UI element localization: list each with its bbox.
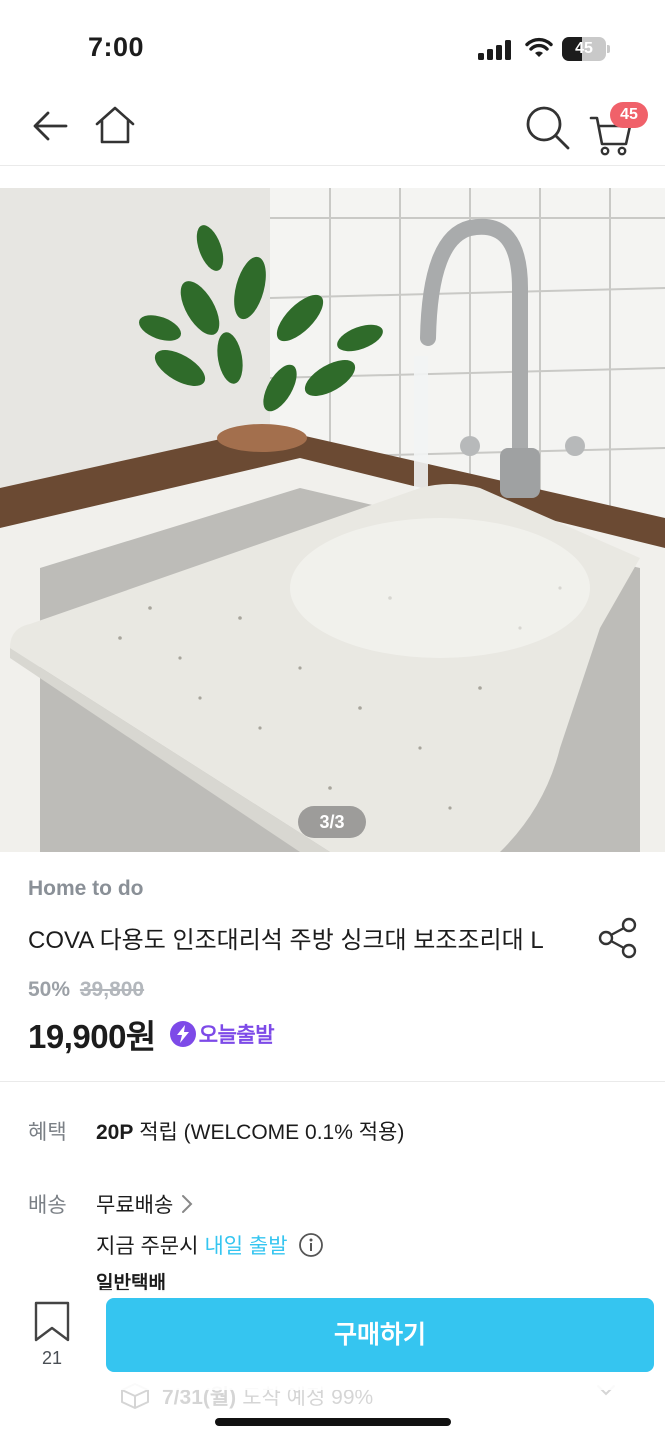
bookmark-icon bbox=[34, 1301, 70, 1342]
today-shipping-badge: 오늘출발 bbox=[169, 1019, 275, 1049]
free-shipping-link[interactable]: 무료배송 bbox=[96, 1189, 193, 1219]
product-photo bbox=[0, 188, 665, 852]
benefit-text: 적립 (WELCOME 0.1% 적용) bbox=[133, 1121, 405, 1144]
product-title: COVA 다용도 인조대리석 주방 싱크대 보조조리대 L bbox=[28, 927, 544, 954]
departure-text: 내일 출발 bbox=[204, 1235, 288, 1258]
share-icon bbox=[598, 917, 637, 959]
battery-level: 45 bbox=[575, 40, 593, 57]
price-row: 19,900원 오늘출발 bbox=[28, 1012, 275, 1056]
image-counter: 3/3 bbox=[298, 806, 366, 838]
home-button[interactable] bbox=[94, 104, 136, 146]
brand-name[interactable]: Home to do bbox=[28, 877, 144, 901]
status-time: 7:00 bbox=[88, 32, 145, 62]
benefit-label: 혜택 bbox=[28, 1121, 67, 1144]
free-shipping-text: 무료배송 bbox=[96, 1194, 174, 1217]
status-bar: 7:00 45 bbox=[0, 0, 665, 96]
cart-button[interactable]: 45 bbox=[588, 102, 648, 156]
nav-header: 45 bbox=[0, 96, 665, 166]
section-divider bbox=[0, 1081, 665, 1082]
search-button[interactable] bbox=[524, 104, 570, 150]
departure-row: 지금 주문시 내일 출발 bbox=[96, 1230, 324, 1260]
home-icon bbox=[95, 106, 135, 144]
battery-icon: 45 bbox=[562, 37, 610, 61]
lightning-icon bbox=[169, 1021, 196, 1047]
discount-row: 50% 39,800 bbox=[28, 978, 144, 1002]
signal-icon bbox=[478, 40, 511, 60]
benefit-value: 20P 적립 (WELCOME 0.1% 적용) bbox=[96, 1116, 404, 1146]
shipping-badge-text: 오늘출발 bbox=[198, 1024, 275, 1047]
wifi-icon bbox=[525, 37, 553, 57]
cart-count-badge: 45 bbox=[610, 102, 648, 128]
buy-button[interactable]: 구매하기 bbox=[106, 1298, 654, 1372]
sale-price: 19,900원 bbox=[28, 1018, 156, 1055]
product-image[interactable] bbox=[0, 188, 665, 852]
info-icon[interactable] bbox=[298, 1232, 324, 1258]
delivery-label: 배송 bbox=[28, 1194, 67, 1217]
share-button[interactable] bbox=[598, 917, 638, 959]
discount-rate: 50% bbox=[28, 978, 71, 1001]
bookmark-count: 21 bbox=[41, 1348, 63, 1368]
benefit-points: 20P bbox=[96, 1121, 134, 1144]
chevron-right-icon bbox=[182, 1195, 193, 1213]
order-prefix: 지금 주문시 bbox=[96, 1235, 199, 1258]
home-indicator bbox=[215, 1418, 451, 1426]
search-icon bbox=[526, 106, 570, 150]
original-price: 39,800 bbox=[79, 978, 145, 1001]
back-button[interactable] bbox=[30, 106, 70, 146]
bookmark-button[interactable]: 21 bbox=[30, 1300, 74, 1372]
back-arrow-icon bbox=[33, 111, 68, 141]
bottom-action-bar: 21 구매하기 bbox=[0, 1290, 665, 1390]
